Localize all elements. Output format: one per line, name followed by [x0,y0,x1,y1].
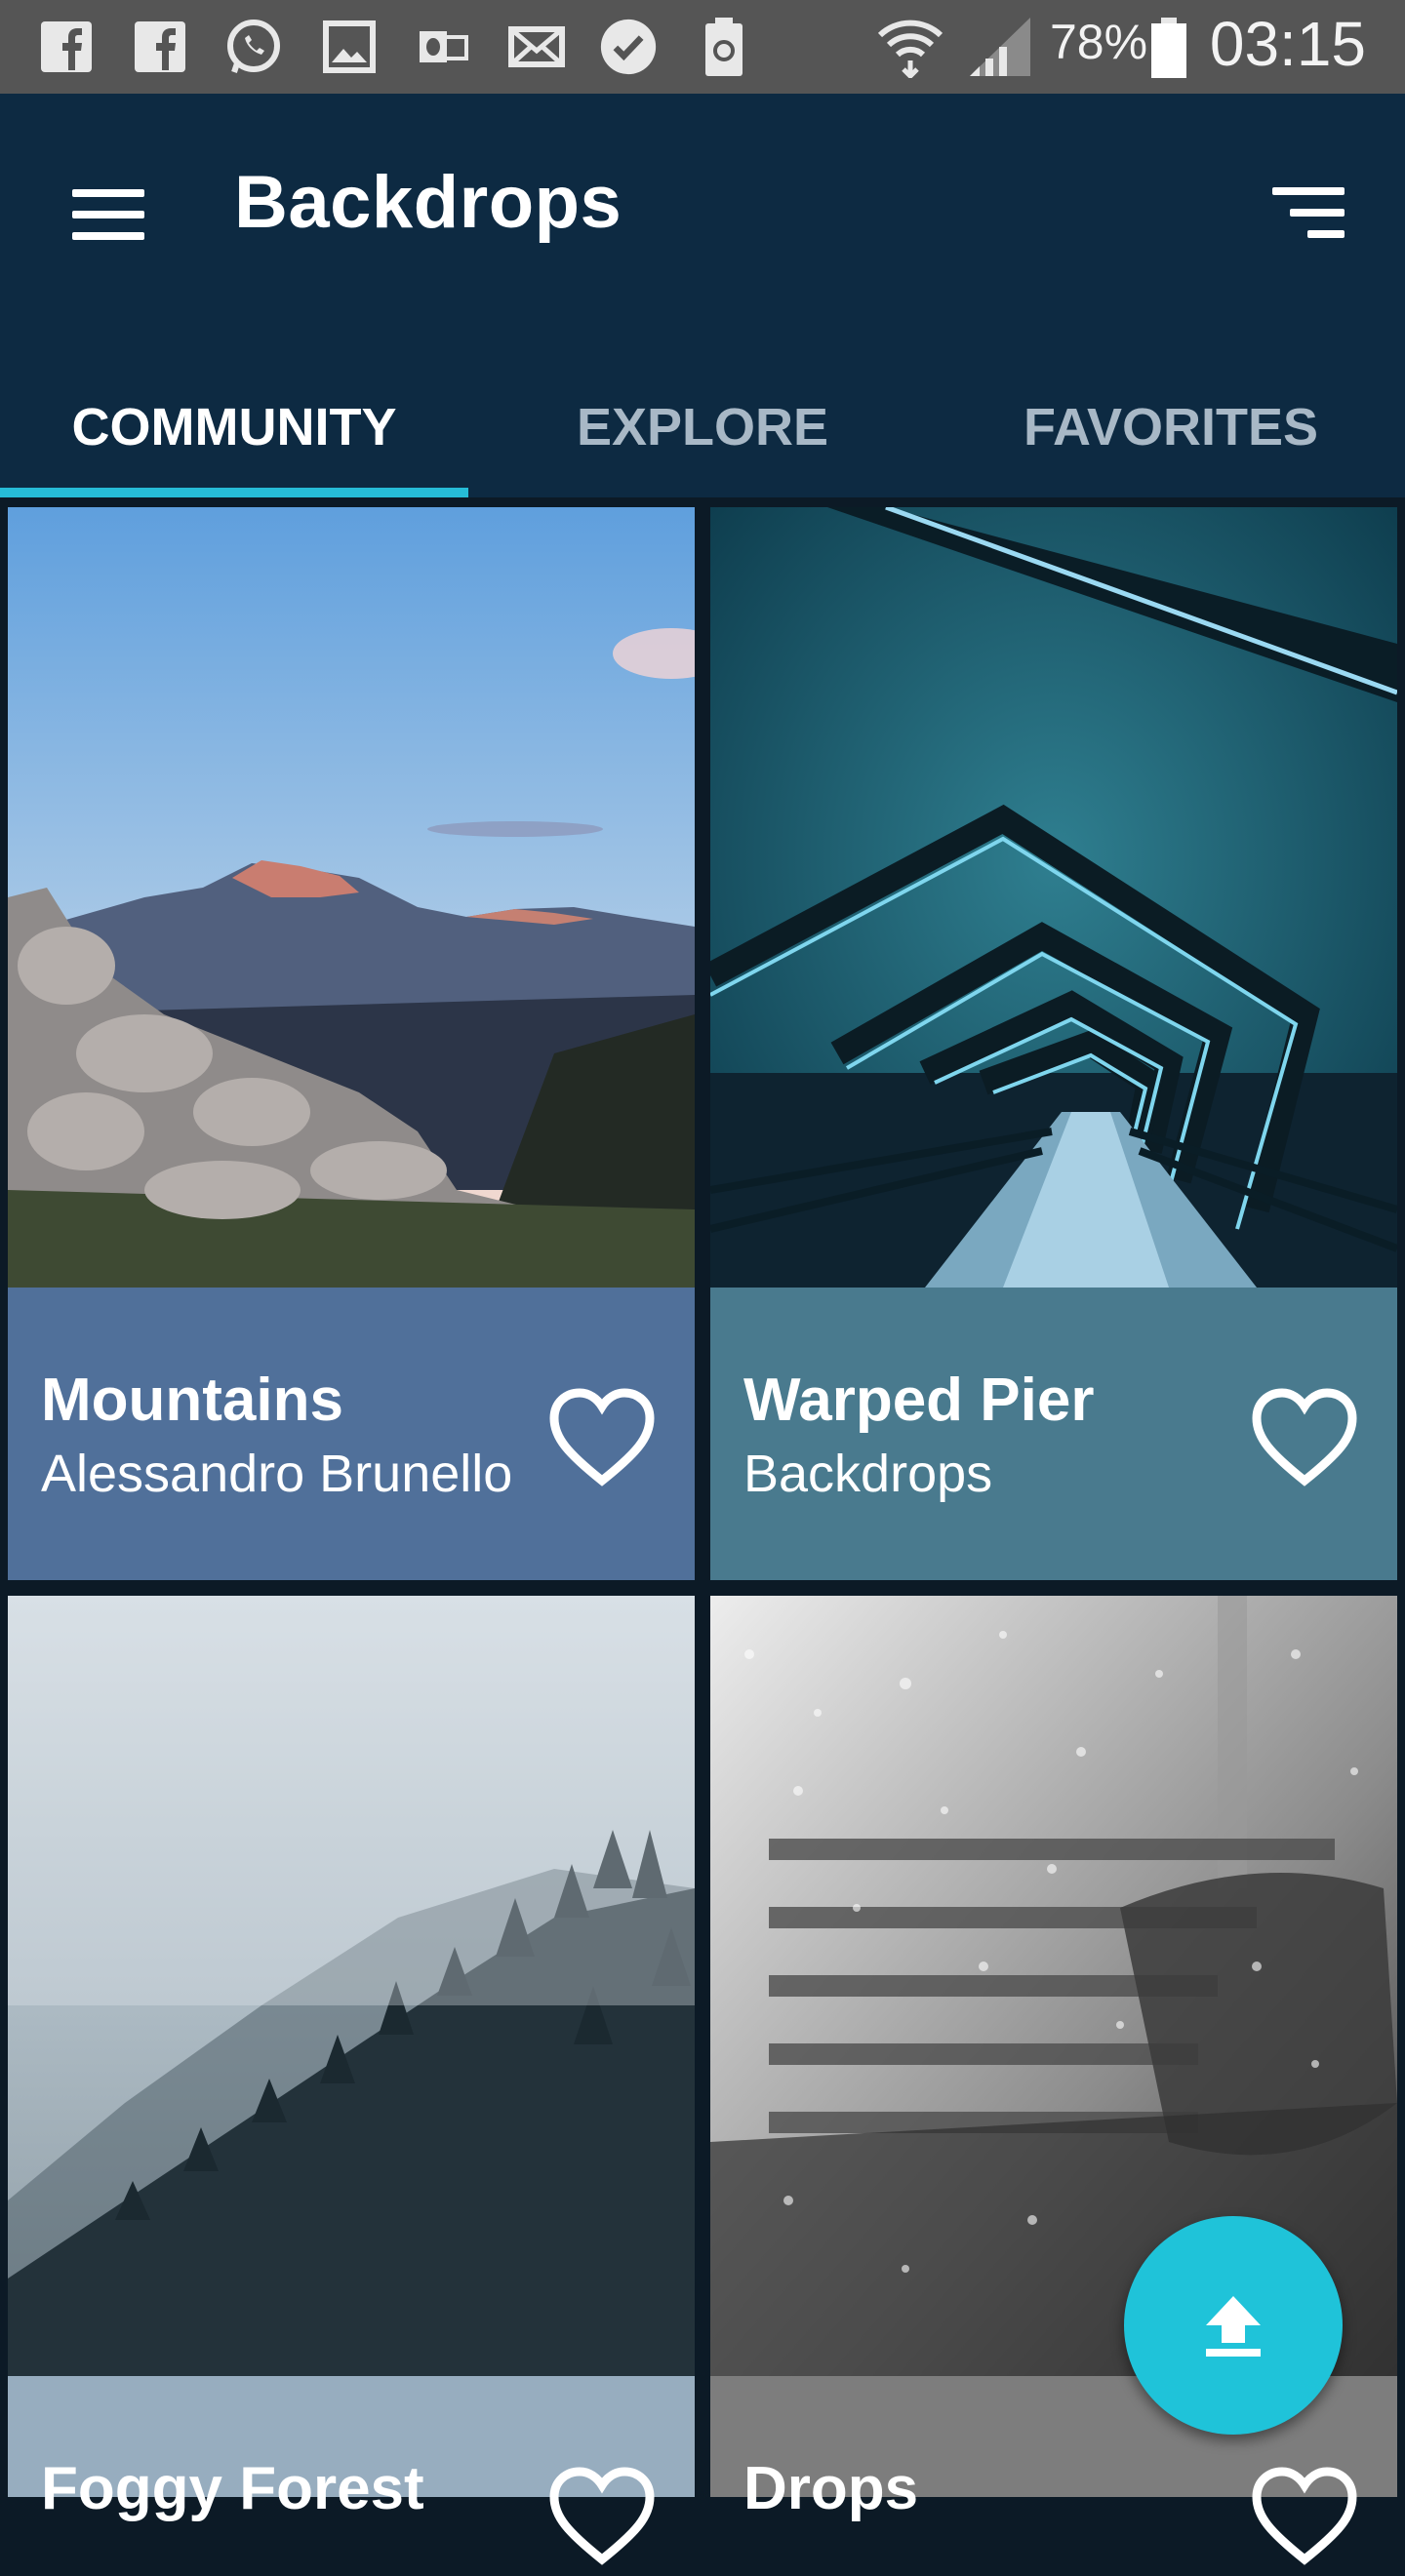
wallpaper-caption: Mountains Alessandro Brunello [8,1288,695,1580]
signal-icon [966,18,1034,76]
mail-icon [507,18,566,76]
battery-icon [1147,18,1190,78]
tab-community[interactable]: COMMUNITY [0,357,468,497]
tab-bar: COMMUNITY EXPLORE FAVORITES [0,357,1405,497]
upload-button[interactable] [1124,2216,1343,2435]
wallpaper-title: Drops [743,2455,919,2522]
upload-icon [1206,2296,1261,2357]
wallpaper-caption: Foggy Forest [8,2376,695,2565]
wallpaper-grid: Mountains Alessandro Brunello Warped Pie… [0,497,1405,2565]
gallery-icon [320,18,379,76]
favorite-heart-icon[interactable] [1251,1385,1358,1492]
battery-percent: 78% [1050,15,1148,69]
wifi-icon [876,18,944,78]
wallpaper-thumbnail[interactable] [8,1596,695,2376]
wallpaper-card[interactable]: Warped Pier Backdrops [710,507,1397,1580]
tab-indicator [0,488,468,497]
sort-icon[interactable] [1264,170,1352,258]
wallpaper-title: Foggy Forest [41,2455,424,2522]
hamburger-menu-icon[interactable] [64,172,152,259]
wallpaper-author: Alessandro Brunello [41,1445,513,1503]
wallpaper-thumbnail[interactable] [710,507,1397,1288]
clock: 03:15 [1209,9,1366,79]
status-bar: 78% 03:15 [0,0,1405,94]
wallpaper-thumbnail[interactable] [8,507,695,1288]
facebook-icon [37,18,96,76]
app-bar: Backdrops COMMUNITY EXPLORE FAVORITES [0,94,1405,497]
battery-saver-icon [695,18,753,76]
facebook-icon [131,18,189,76]
tab-favorites[interactable]: FAVORITES [937,357,1405,497]
favorite-heart-icon[interactable] [1251,2464,1358,2571]
wallpaper-title: Warped Pier [743,1367,1095,1434]
wallpaper-caption: Warped Pier Backdrops [710,1288,1397,1580]
wallpaper-author: Backdrops [743,1445,993,1503]
whatsapp-icon [224,18,283,76]
favorite-heart-icon[interactable] [548,2464,656,2571]
check-icon [599,18,658,76]
tab-explore[interactable]: EXPLORE [468,357,937,497]
favorite-heart-icon[interactable] [548,1385,656,1492]
page-title: Backdrops [234,161,622,244]
wallpaper-title: Mountains [41,1367,343,1434]
wallpaper-card[interactable]: Foggy Forest [8,1596,695,2565]
wallpaper-card[interactable]: Mountains Alessandro Brunello [8,507,695,1580]
outlook-icon [414,18,472,76]
